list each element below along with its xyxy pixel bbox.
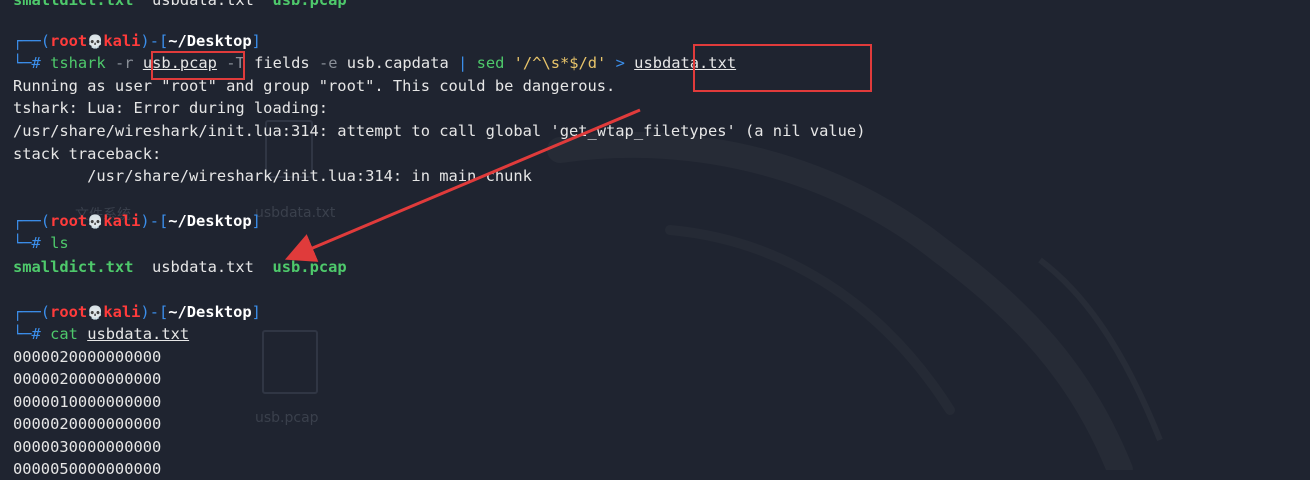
prompt-host: kali bbox=[103, 32, 141, 50]
kali-dragon-watermark bbox=[547, 131, 1163, 470]
prompt-header: ┌──(root💀kali)-[~/Desktop] bbox=[13, 212, 261, 230]
output-line: Running as user "root" and group "root".… bbox=[13, 77, 616, 95]
pipe-symbol: | bbox=[458, 54, 468, 72]
redirect-symbol: > bbox=[615, 54, 625, 72]
ls-item-smalldict: smalldict.txt bbox=[13, 258, 134, 276]
command-line-ls: └─# ls bbox=[13, 234, 69, 252]
prev-ls-item: usb.pcap bbox=[272, 0, 347, 9]
cat-output-line: 0000030000000000 bbox=[13, 438, 162, 456]
skull-icon: 💀 bbox=[87, 306, 104, 321]
skull-icon: 💀 bbox=[87, 215, 104, 230]
desktop-ghost-pcap-icon bbox=[262, 330, 318, 394]
ls-item-usbpcap: usb.pcap bbox=[272, 258, 347, 276]
output-line: tshark: Lua: Error during loading: bbox=[13, 99, 329, 117]
ls-item-usbdata: usbdata.txt bbox=[152, 258, 254, 276]
cat-output-line: 0000050000000000 bbox=[13, 460, 162, 478]
output-line: /usr/share/wireshark/init.lua:314: attem… bbox=[13, 122, 866, 140]
output-line: stack traceback: bbox=[13, 145, 162, 163]
cmd-sed: sed bbox=[476, 54, 505, 72]
cmd-tshark: tshark bbox=[50, 54, 106, 72]
output-line: /usr/share/wireshark/init.lua:314: in ma… bbox=[13, 167, 532, 185]
cat-file-arg: usbdata.txt bbox=[87, 325, 190, 343]
cat-output-line: 0000020000000000 bbox=[13, 348, 162, 366]
command-line-tshark: └─# tshark -r usb.pcap -T fields -e usb.… bbox=[13, 54, 737, 72]
prompt-header: ┌──(root💀kali)-[~/Desktop] bbox=[13, 32, 261, 50]
cmd-cat: cat bbox=[50, 325, 78, 343]
prompt-path: ~/Desktop bbox=[168, 32, 252, 50]
prompt-user: root bbox=[50, 32, 88, 50]
skull-icon: 💀 bbox=[87, 35, 104, 50]
previous-ls-line: smalldict.txt usbdata.txt usb.pcap bbox=[13, 0, 347, 11]
input-file-arg: usb.pcap bbox=[142, 54, 217, 72]
cat-output-line: 0000010000000000 bbox=[13, 393, 162, 411]
cat-output-line: 0000020000000000 bbox=[13, 415, 162, 433]
prompt-header: ┌──(root💀kali)-[~/Desktop] bbox=[13, 303, 261, 321]
command-line-cat: └─# cat usbdata.txt bbox=[13, 325, 190, 343]
prompt-hash: └─# bbox=[13, 54, 41, 72]
prev-ls-item: smalldict.txt bbox=[13, 0, 134, 9]
desktop-ghost-label-pcap: usb.pcap bbox=[255, 410, 319, 426]
desktop-ghost-label-usbdata: usbdata.txt bbox=[255, 205, 336, 221]
output-file-arg: usbdata.txt bbox=[634, 54, 737, 72]
ls-output-line: smalldict.txt usbdata.txt usb.pcap bbox=[13, 256, 347, 278]
cat-output-line: 0000020000000000 bbox=[13, 370, 162, 388]
cmd-ls: ls bbox=[50, 234, 69, 252]
sed-expression: '/^\s*$/d' bbox=[513, 54, 607, 72]
prev-ls-item: usbdata.txt bbox=[152, 0, 254, 9]
